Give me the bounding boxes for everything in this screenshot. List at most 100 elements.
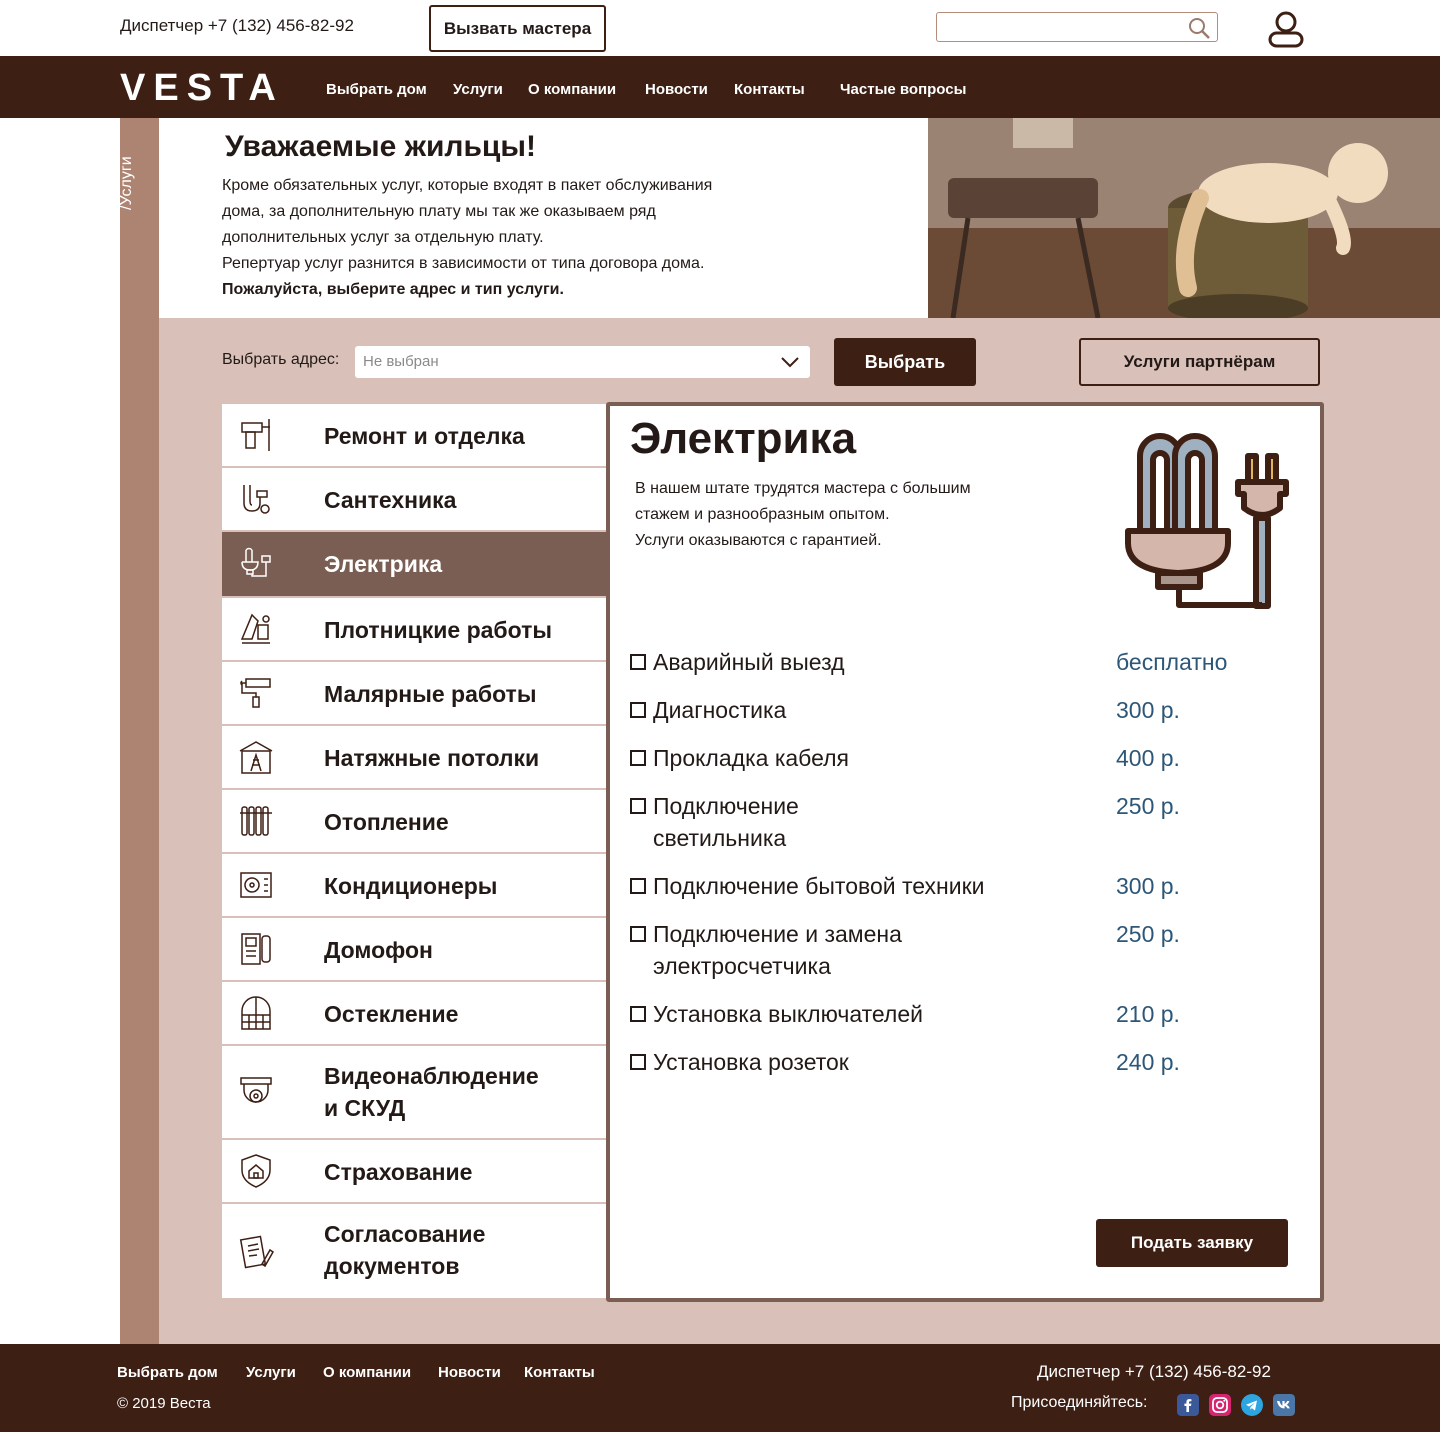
category-conditioners[interactable]: Кондиционеры <box>222 854 606 916</box>
address-label: Выбрать адрес: <box>222 351 340 368</box>
nav-item-choose-house[interactable]: Выбрать дом <box>326 81 427 98</box>
service-checkbox[interactable] <box>630 926 646 942</box>
submit-request-button[interactable]: Подать заявку <box>1096 1219 1288 1267</box>
service-checkbox[interactable] <box>630 750 646 766</box>
service-name-line: электросчетчика <box>653 953 831 979</box>
footer-link-choose-house[interactable]: Выбрать дом <box>117 1364 218 1381</box>
category-insurance[interactable]: Страхование <box>222 1140 606 1202</box>
category-repair[interactable]: Ремонт и отделка <box>222 404 606 466</box>
category-label: Электрика <box>324 551 443 577</box>
ladder-room-icon <box>239 741 273 774</box>
category-documents[interactable]: Согласование документов <box>222 1204 606 1298</box>
category-label-line: и СКУД <box>324 1095 406 1121</box>
category-painting[interactable]: Малярные работы <box>222 662 606 724</box>
category-label: Домофон <box>324 937 433 963</box>
category-label: Сантехника <box>324 487 457 513</box>
shield-house-icon <box>241 1154 271 1188</box>
service-price: 240 р. <box>1116 1049 1180 1075</box>
document-icon <box>239 1235 274 1269</box>
category-label: Плотницкие работы <box>324 617 553 643</box>
bulb-plug-icon <box>241 547 271 577</box>
category-carpentry[interactable]: Плотницкие работы <box>222 598 606 660</box>
service-detail-panel: Электрика В нашем штате трудятся мастера… <box>606 402 1324 1302</box>
footer: Выбрать дом Услуги О компании Новости Ко… <box>0 1344 1440 1432</box>
address-select[interactable]: Не выбран <box>355 346 810 378</box>
service-price: бесплатно <box>1116 649 1228 675</box>
service-checkbox[interactable] <box>630 654 646 670</box>
service-name-line: светильника <box>653 825 787 851</box>
camera-icon <box>240 1077 272 1103</box>
category-heating[interactable]: Отопление <box>222 790 606 852</box>
vk-icon[interactable] <box>1273 1394 1295 1416</box>
drill-icon <box>241 419 270 451</box>
main-nav: VESTA Выбрать дом Услуги О компании Ново… <box>0 56 1440 118</box>
saw-icon <box>240 613 270 644</box>
air-conditioner-icon <box>240 872 272 898</box>
service-price: 300 р. <box>1116 697 1180 723</box>
category-label: Малярные работы <box>324 681 537 707</box>
hero-image-cat <box>928 118 1440 318</box>
category-label: Натяжные потолки <box>324 745 540 771</box>
footer-phone[interactable]: Диспетчер +7 (132) 456-82-92 <box>1037 1362 1271 1382</box>
instagram-icon[interactable] <box>1209 1394 1231 1416</box>
intro-line: дома, за дополнительную плату мы так же … <box>222 203 656 220</box>
service-checkbox[interactable] <box>630 798 646 814</box>
telegram-icon[interactable] <box>1241 1394 1263 1416</box>
logo[interactable]: VESTA <box>120 67 284 110</box>
service-checkbox[interactable] <box>630 1006 646 1022</box>
service-price: 210 р. <box>1116 1001 1180 1027</box>
partner-services-button[interactable]: Услуги партнёрам <box>1079 338 1320 386</box>
intro-line: Репертуар услуг разнится в зависимости о… <box>222 255 705 272</box>
category-label: Согласование документов <box>324 1218 485 1282</box>
call-master-button[interactable]: Вызвать мастера <box>429 5 606 52</box>
footer-link-contacts[interactable]: Контакты <box>524 1364 595 1381</box>
top-bar: Диспетчер +7 (132) 456-82-92 Вызвать мас… <box>0 0 1440 56</box>
window-icon <box>241 996 271 1030</box>
pipe-icon <box>243 485 270 514</box>
footer-link-services[interactable]: Услуги <box>246 1364 296 1381</box>
radiator-icon <box>240 806 272 836</box>
user-icon[interactable] <box>1266 10 1306 48</box>
service-name: Подключение и замена электросчетчика <box>653 918 1053 982</box>
category-ceilings[interactable]: Натяжные потолки <box>222 726 606 788</box>
search-input[interactable] <box>937 13 1177 41</box>
nav-item-faq[interactable]: Частые вопросы <box>840 81 966 98</box>
footer-link-news[interactable]: Новости <box>438 1364 501 1381</box>
service-checkbox[interactable] <box>630 1054 646 1070</box>
category-intercom[interactable]: Домофон <box>222 918 606 980</box>
panel-description: В нашем штате трудятся мастера с большим… <box>635 476 1055 554</box>
service-name: Прокладка кабеля <box>653 745 849 771</box>
intro-line: Кроме обязательных услуг, которые входят… <box>222 177 713 194</box>
category-electrical[interactable]: Электрика <box>222 532 606 596</box>
service-name-line: Подключение <box>653 793 799 819</box>
nav-item-news[interactable]: Новости <box>645 81 708 98</box>
category-glazing[interactable]: Остекление <box>222 982 606 1044</box>
intro-text: Кроме обязательных услуг, которые входят… <box>222 173 822 303</box>
choose-address-button[interactable]: Выбрать <box>834 338 976 386</box>
search-icon[interactable] <box>1187 16 1211 40</box>
facebook-icon[interactable] <box>1177 1394 1199 1416</box>
service-checkbox[interactable] <box>630 702 646 718</box>
nav-item-services[interactable]: Услуги <box>453 81 503 98</box>
bulb-plug-icon <box>1125 433 1289 609</box>
service-price: 250 р. <box>1116 793 1180 819</box>
category-label-line: документов <box>324 1253 460 1279</box>
dispatcher-phone[interactable]: Диспетчер +7 (132) 456-82-92 <box>120 16 354 36</box>
service-price: 250 р. <box>1116 921 1180 947</box>
service-name-line: Подключение и замена <box>653 921 902 947</box>
footer-link-about[interactable]: О компании <box>323 1364 411 1381</box>
category-plumbing[interactable]: Сантехника <box>222 468 606 530</box>
service-price: 400 р. <box>1116 745 1180 771</box>
nav-item-contacts[interactable]: Контакты <box>734 81 805 98</box>
service-name: Подключение светильника <box>653 790 1053 854</box>
service-name: Установка розеток <box>653 1049 849 1075</box>
nav-item-about[interactable]: О компании <box>528 81 616 98</box>
category-label: Видеонаблюдение и СКУД <box>324 1060 539 1124</box>
address-select-value: Не выбран <box>363 353 439 370</box>
panel-desc-line: Услуги оказываются с гарантией. <box>635 532 882 549</box>
service-checkbox[interactable] <box>630 878 646 894</box>
category-video-surveillance[interactable]: Видеонаблюдение и СКУД <box>222 1046 606 1138</box>
category-label-line: Видеонаблюдение <box>324 1063 539 1089</box>
intro-section: Уважаемые жильцы! Кроме обязательных усл… <box>159 118 928 318</box>
service-name: Диагностика <box>653 697 787 723</box>
